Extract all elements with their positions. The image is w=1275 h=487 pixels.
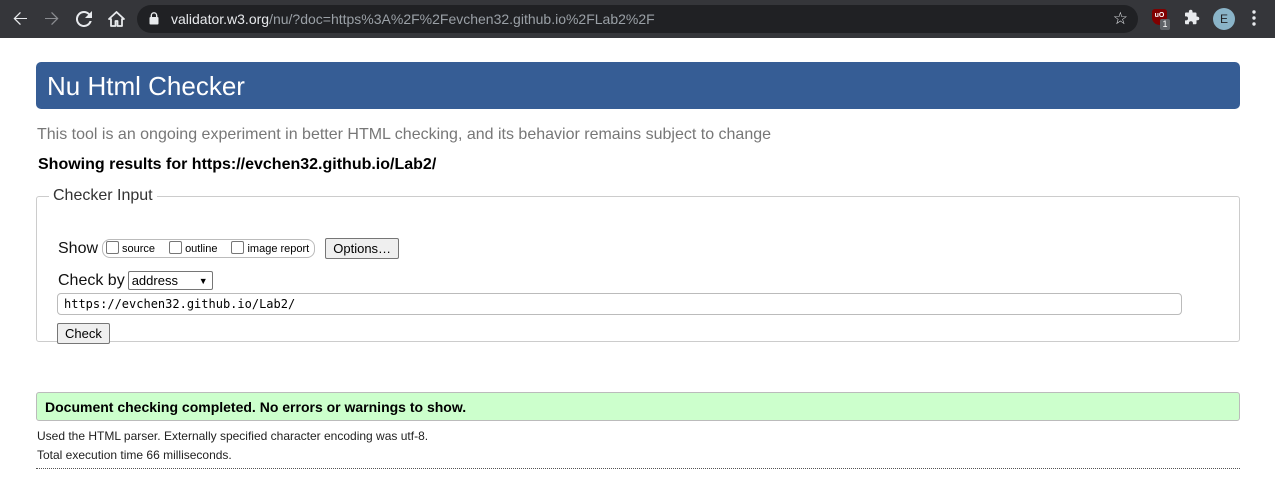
show-options-row: Show source outline image report Options… [58,238,400,259]
showing-results-heading: Showing results for https://evchen32.git… [38,156,437,173]
document-url-input[interactable]: https://evchen32.github.io/Lab2/ [57,293,1182,315]
page-header: Nu Html Checker [36,62,1240,109]
options-button[interactable]: Options… [325,238,400,259]
check-by-label: Check by [58,271,125,289]
extension-badge-count: 1 [1160,19,1170,30]
address-bar[interactable]: validator.w3.org/nu/?doc=https%3A%2F%2Fe… [137,5,1138,33]
parser-info: Used the HTML parser. Externally specifi… [37,429,429,443]
source-checkbox[interactable] [106,240,120,254]
lock-icon[interactable] [149,12,159,30]
reload-icon[interactable] [71,6,97,32]
url-text: validator.w3.org/nu/?doc=https%3A%2F%2Fe… [171,11,655,27]
ublock-extension-icon[interactable]: uO 1 [1152,9,1170,30]
puzzle-icon[interactable] [1184,9,1200,30]
forward-arrow-icon[interactable] [39,6,65,32]
execution-time: Total execution time 66 milliseconds. [37,448,232,462]
profile-avatar[interactable]: E [1213,8,1235,30]
checker-input-fieldset: Checker Input Show source outline image … [36,187,1240,344]
check-by-select[interactable]: address ▼ [127,271,213,290]
show-source-option[interactable]: source [106,240,155,255]
back-arrow-icon[interactable] [7,6,33,32]
star-icon[interactable]: ☆ [1113,9,1128,29]
outline-checkbox[interactable] [169,240,183,254]
home-icon[interactable] [103,6,129,32]
page-title: Nu Html Checker [47,71,245,101]
chevron-down-icon: ▼ [198,275,208,286]
tagline: This tool is an ongoing experiment in be… [37,126,772,143]
show-outline-option[interactable]: outline [169,240,217,255]
checker-input-legend: Checker Input [53,187,153,204]
kebab-menu-icon[interactable] [1252,10,1256,31]
image-report-checkbox[interactable] [231,240,245,254]
show-label: Show [58,239,99,257]
show-image-report-option[interactable]: image report [231,240,309,255]
divider [36,468,1240,469]
browser-toolbar: validator.w3.org/nu/?doc=https%3A%2F%2Fe… [0,0,1275,38]
success-message: Document checking completed. No errors o… [36,392,1240,421]
show-options-group: source outline image report [102,239,316,258]
check-button[interactable]: Check [57,323,110,344]
check-by-row: Check by address ▼ [58,271,213,290]
